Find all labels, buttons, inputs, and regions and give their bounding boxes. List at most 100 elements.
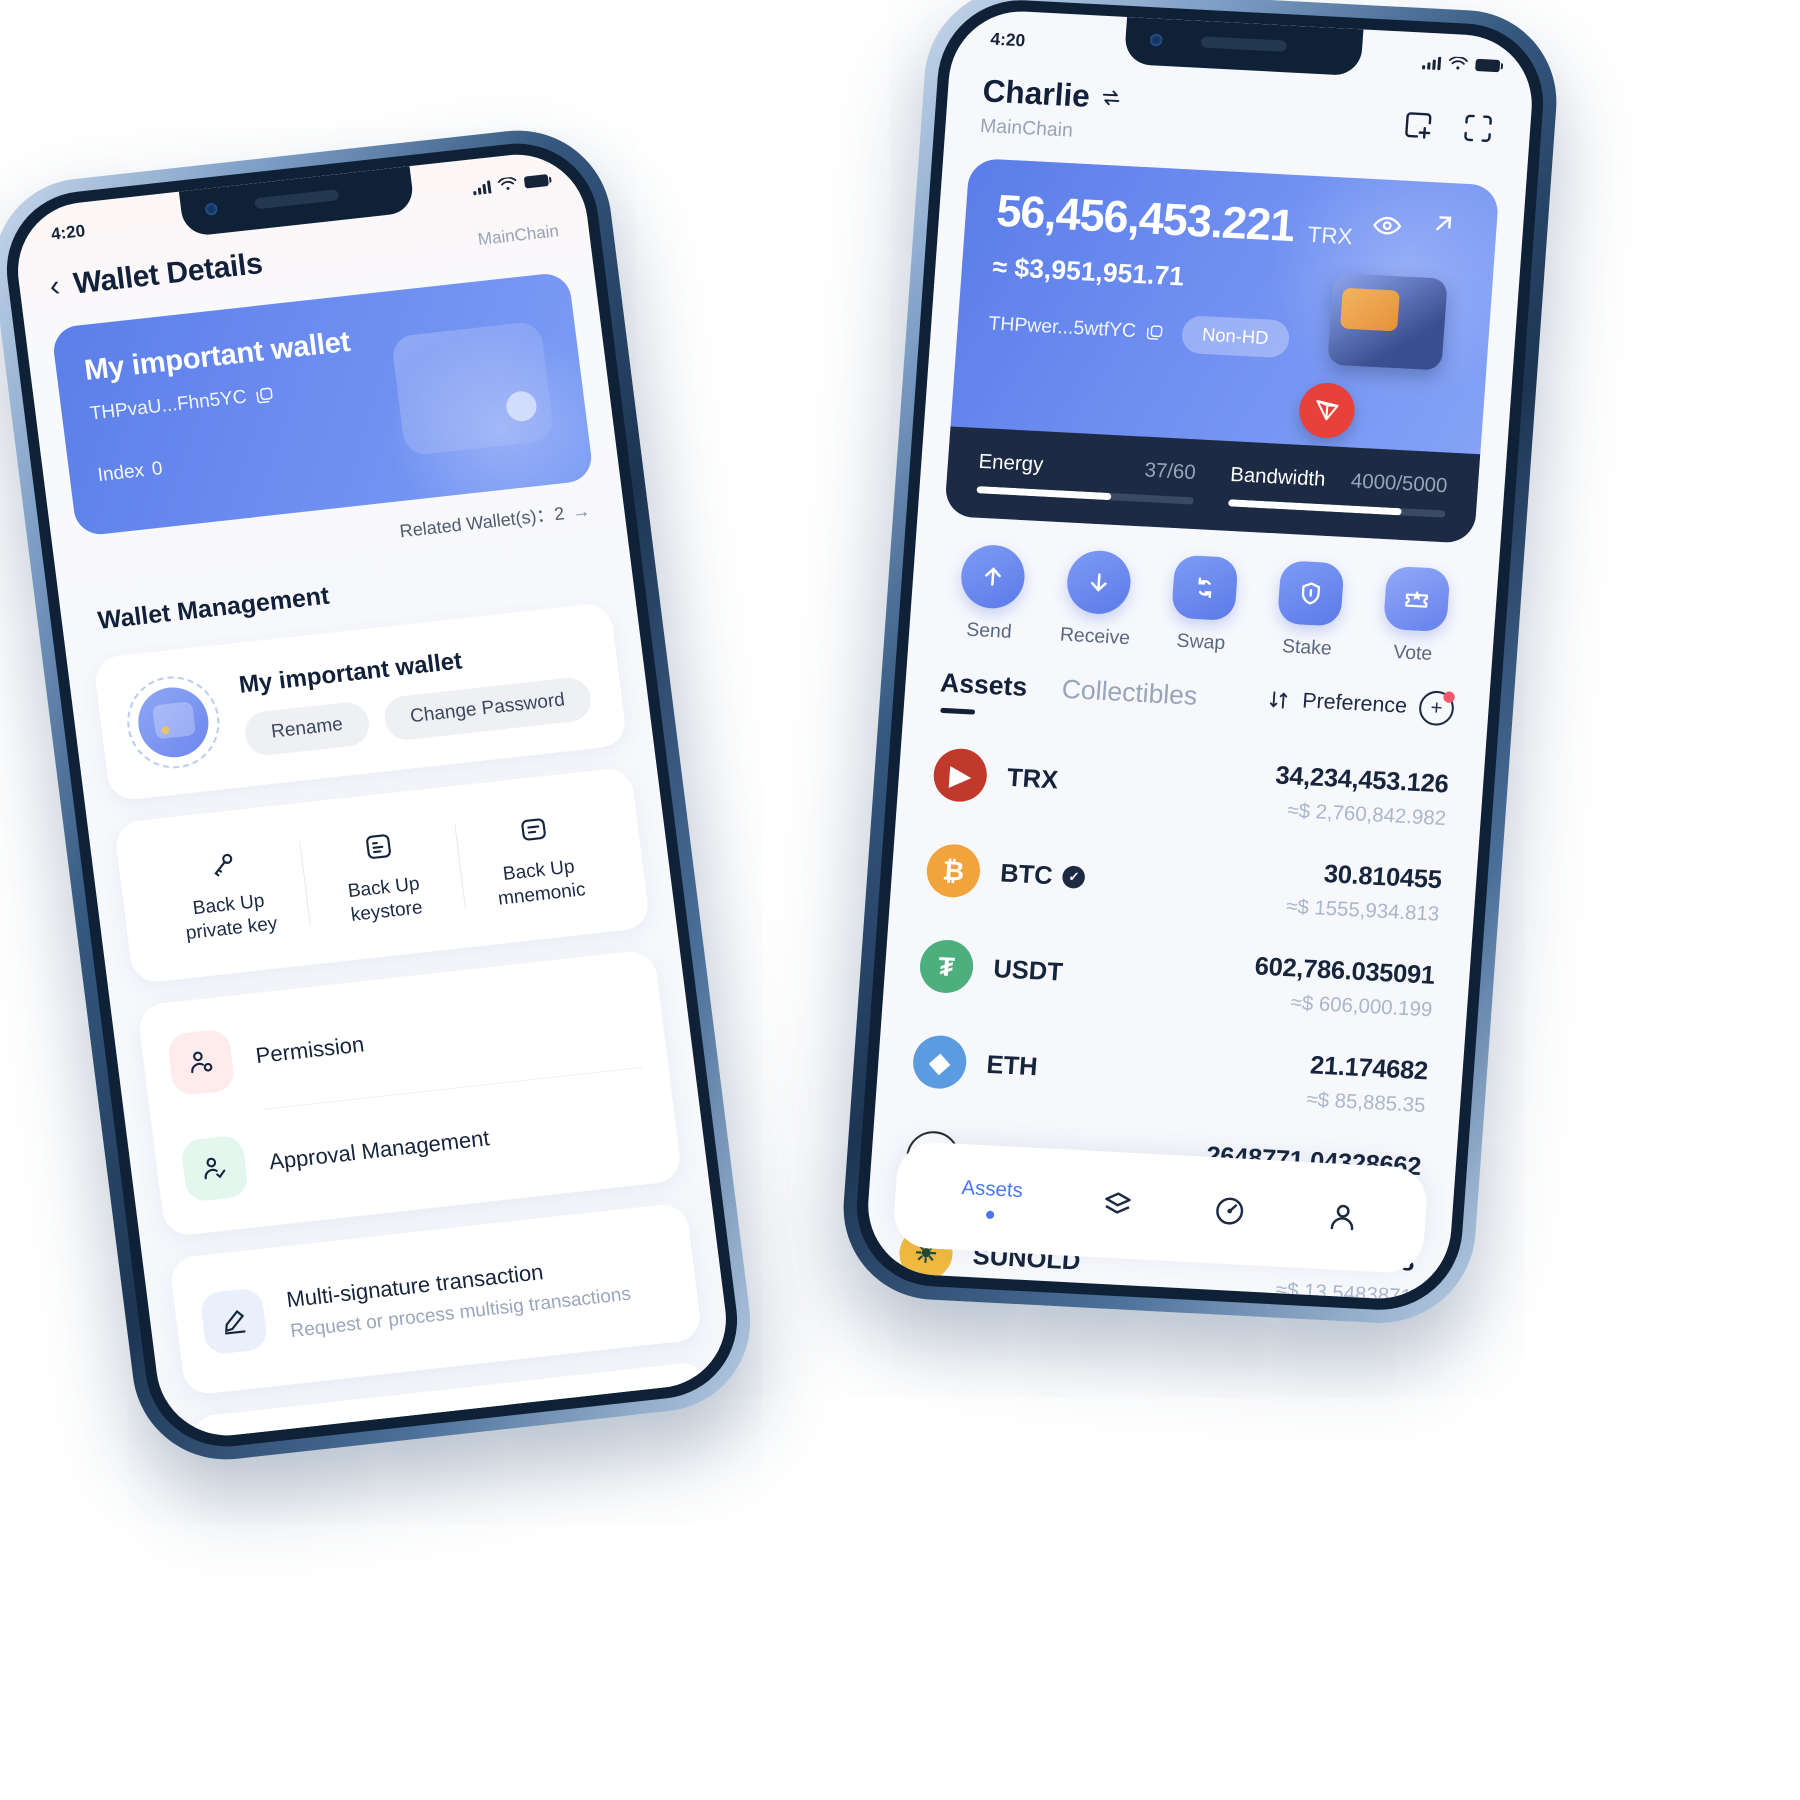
tabbar-item-layers[interactable] — [1099, 1187, 1136, 1223]
sort-icon[interactable] — [1267, 688, 1291, 712]
tabbar-label-assets: Assets — [960, 1176, 1024, 1203]
asset-fiat-value: ≈$ 1555,934.813 — [1285, 895, 1440, 926]
verified-badge-icon: ✓ — [1062, 865, 1087, 889]
pencil-icon — [199, 1286, 269, 1355]
front-camera-icon — [204, 202, 219, 216]
bandwidth-progress-fill — [1228, 499, 1403, 516]
action-swap[interactable]: Swap — [1147, 554, 1260, 657]
avatar-ring[interactable] — [121, 671, 225, 774]
energy-label: Energy — [977, 450, 1045, 477]
permissions-panel: Permission Approval Management — [136, 948, 683, 1237]
action-label-send: Send — [965, 619, 1013, 644]
resource-bandwidth[interactable]: Bandwidth 4000/5000 — [1228, 464, 1448, 518]
action-vote[interactable]: Vote — [1359, 565, 1472, 668]
coin-btc-icon: ₿ — [925, 842, 982, 899]
asset-amount: 30.810455 — [1322, 859, 1443, 895]
arrow-up-right-icon[interactable] — [1428, 209, 1459, 239]
energy-progress-fill — [976, 486, 1112, 501]
asset-symbol: USDT — [992, 954, 1063, 987]
copy-icon[interactable] — [254, 385, 275, 406]
tabbar-item-profile[interactable] — [1324, 1199, 1361, 1235]
asset-balance: 34,234,453.126 ≈$ 2,760,842.982 — [1272, 761, 1450, 831]
tabbar-item-explore[interactable] — [1211, 1193, 1248, 1229]
tab-assets[interactable]: Assets — [939, 666, 1028, 702]
asset-identity: ₿ BTC ✓ — [925, 842, 1087, 904]
mnemonic-icon — [458, 802, 610, 858]
menu-item-multisig[interactable]: Multi-signature transaction Request or p… — [196, 1220, 675, 1377]
menu-label-approval: Approval Management — [267, 1124, 491, 1174]
battery-icon — [523, 174, 550, 189]
swap-icon — [1170, 554, 1239, 622]
chain-label: MainChain — [979, 115, 1074, 142]
bandwidth-label: Bandwidth — [1229, 463, 1327, 491]
status-time: 4:20 — [989, 29, 1026, 51]
scan-icon[interactable] — [1460, 110, 1497, 146]
balance-fiat: ≈ $3,951,951.71 — [991, 251, 1186, 292]
backup-panel: Back Up private key Back Up keystore Bac… — [113, 766, 651, 984]
backup-keystore-button[interactable]: Back Up keystore — [298, 812, 467, 938]
asset-symbol: TRX — [1006, 763, 1059, 795]
asset-balance: 21.174682 ≈$ 85,885.35 — [1306, 1051, 1429, 1118]
balance-amount: 56,456,453.221 — [994, 185, 1296, 252]
asset-fiat-value: ≈$ 2,760,842.982 — [1286, 799, 1447, 831]
swap-account-icon[interactable] — [1099, 86, 1123, 110]
asset-fiat-value: ≈$ 85,885.35 — [1305, 1088, 1427, 1118]
action-label-vote: Vote — [1392, 641, 1433, 666]
backup-mnemonic-button[interactable]: Back Up mnemonic — [453, 795, 622, 921]
tabbar-item-assets[interactable]: Assets — [959, 1176, 1024, 1221]
account-address-row[interactable]: THPwer...5wtfYC — [988, 313, 1164, 345]
eye-icon[interactable] — [1371, 210, 1404, 242]
profile-icon — [1330, 1204, 1353, 1231]
action-stake[interactable]: Stake — [1253, 559, 1366, 662]
tab-collectibles[interactable]: Collectibles — [1061, 673, 1199, 712]
content-tabs: Assets Collectibles Preference + — [939, 665, 1456, 727]
bandwidth-total: /5000 — [1395, 472, 1449, 498]
change-password-button[interactable]: Change Password — [381, 675, 594, 743]
asset-symbol-text: ETH — [985, 1049, 1039, 1081]
action-receive[interactable]: Receive — [1041, 548, 1154, 651]
chevron-left-icon[interactable]: ‹ — [48, 269, 62, 303]
action-label-stake: Stake — [1281, 635, 1333, 660]
add-token-icon[interactable]: + — [1417, 690, 1456, 727]
phone-bezel: 4:20 ‹ Wallet Details MainChain My impor… — [0, 135, 747, 1455]
wallet-summary-card[interactable]: My important wallet THPvaU...Fhn5YC Inde… — [50, 271, 595, 537]
account-name-row[interactable]: Charlie — [981, 73, 1123, 117]
signal-icon — [472, 179, 492, 195]
keystore-icon — [302, 819, 454, 875]
menu-label-permission: Permission — [254, 1030, 366, 1068]
bandwidth-progress-track — [1228, 499, 1446, 518]
ticket-icon — [1382, 565, 1451, 633]
copy-icon[interactable] — [1144, 323, 1164, 342]
earpiece-speaker — [1200, 36, 1287, 52]
chain-label: MainChain — [476, 221, 560, 250]
screenshot-root: 4:20 ‹ Wallet Details MainChain My impor… — [0, 0, 1800, 1800]
account-address: THPwer...5wtfYC — [987, 312, 1137, 342]
action-label-swap: Swap — [1175, 630, 1226, 655]
asset-fiat-value: ≈$ 606,000.199 — [1289, 991, 1434, 1022]
wallet-index-label: Index — [96, 460, 146, 487]
menu-item-dapp-connection[interactable]: DApp Connection — [216, 1379, 695, 1443]
asset-amount: 34,234,453.126 — [1274, 761, 1450, 799]
action-send[interactable]: Send — [935, 542, 1048, 645]
preference-label[interactable]: Preference — [1301, 689, 1407, 719]
page-title: Wallet Details — [71, 247, 265, 301]
shield-icon — [1276, 560, 1345, 627]
permission-icon — [166, 1027, 236, 1096]
signal-icon — [1422, 55, 1442, 70]
backup-ks-line2: keystore — [349, 896, 424, 926]
add-wallet-icon[interactable] — [1400, 107, 1437, 143]
header-actions — [1400, 95, 1497, 147]
asset-identity: ₮ USDT — [918, 938, 1064, 999]
coin-usdt-icon: ₮ — [918, 938, 975, 995]
account-block[interactable]: Charlie MainChain — [979, 73, 1123, 145]
asset-symbol-text: BTC — [999, 858, 1054, 890]
asset-fiat-value: ≈$ 13.5483871 — [1275, 1278, 1413, 1303]
backup-private-key-button[interactable]: Back Up private key — [143, 829, 312, 955]
multisig-panel: Multi-signature transaction Request or p… — [168, 1201, 703, 1396]
phone-left-wallet-details: 4:20 ‹ Wallet Details MainChain My impor… — [0, 121, 762, 1469]
wallet-meta: My important wallet Rename Change Passwo… — [238, 633, 599, 758]
resource-energy[interactable]: Energy 37/60 — [976, 450, 1197, 505]
energy-total: /60 — [1166, 460, 1197, 485]
rename-button[interactable]: Rename — [242, 700, 372, 758]
wallet-identity-panel: My important wallet Rename Change Passwo… — [92, 601, 628, 802]
